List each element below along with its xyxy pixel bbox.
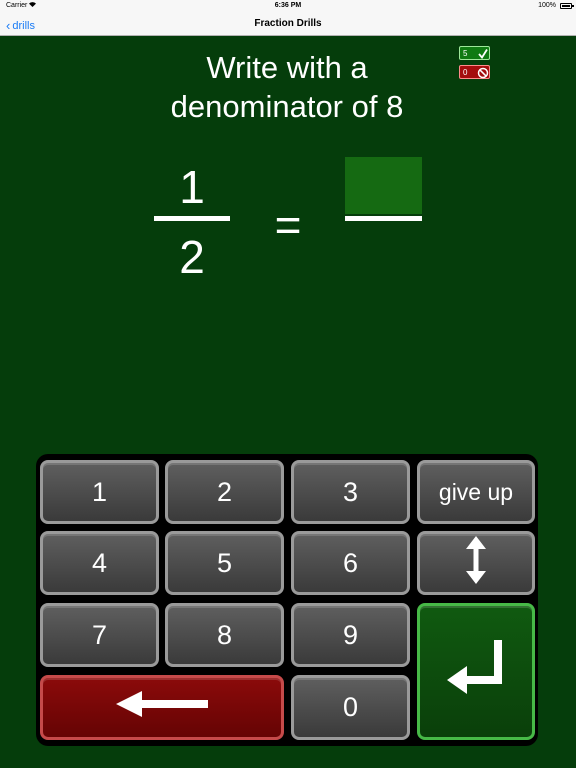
key-0[interactable]: 0 [291,675,410,740]
equals-sign: = [274,199,302,251]
answer-fraction-bar [345,216,422,221]
question-line-1: Write with a [206,50,368,85]
key-7[interactable]: 7 [40,603,159,667]
fraction-numerator: 1 [179,161,205,213]
battery-tip [572,5,574,7]
status-time: 6:36 PM [274,2,302,9]
fraction-denominator: 2 [179,231,205,283]
up-down-arrow-icon [465,535,487,592]
key-1[interactable]: 1 [40,460,159,524]
key-6[interactable]: 6 [291,531,410,595]
backspace-button[interactable] [40,675,284,740]
key-8[interactable]: 8 [165,603,284,667]
answer-input-box[interactable] [345,157,422,214]
key-5[interactable]: 5 [165,531,284,595]
status-bar: Carrier 6:36 PM 100% [0,0,576,12]
key-3[interactable]: 3 [291,460,410,524]
wrong-count-badge: 0 [459,65,490,79]
give-up-button[interactable]: give up [417,460,535,524]
left-arrow-icon [114,690,210,725]
return-arrow-icon [441,636,511,707]
key-9[interactable]: 9 [291,603,410,667]
key-2[interactable]: 2 [165,460,284,524]
prohibited-icon [476,66,490,80]
battery-percent: 100% [538,2,556,9]
page-title: Fraction Drills [254,18,322,29]
key-4[interactable]: 4 [40,531,159,595]
battery-icon [560,3,572,9]
question-text: Write with a denominator of 8 [100,48,474,126]
question-line-2: denominator of 8 [170,89,404,124]
toggle-position-button[interactable] [417,531,535,595]
navigation-bar: ‹ drills Fraction Drills [0,12,576,36]
check-icon [476,47,490,61]
enter-button[interactable] [417,603,535,740]
wrong-count: 0 [463,68,468,77]
correct-count: 5 [463,49,468,58]
keypad: 1 2 3 give up 4 5 6 7 8 9 0 [36,454,538,746]
fraction-bar [154,216,230,221]
correct-count-badge: 5 [459,46,490,60]
